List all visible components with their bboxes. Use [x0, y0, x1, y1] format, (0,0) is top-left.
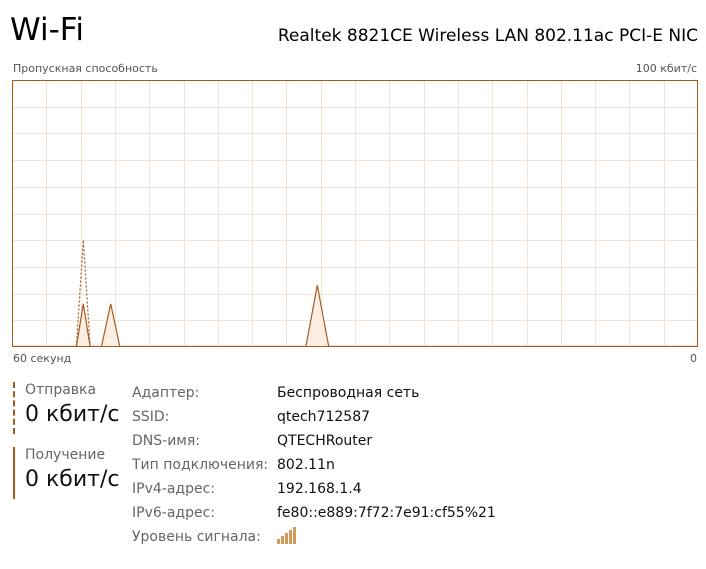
- throughput-chart: [12, 80, 698, 347]
- throughput-chart-svg: [12, 80, 698, 347]
- property-row: IPv6-адрес: fe80::e889:7f72:7e91:cf55%21: [132, 501, 496, 525]
- send-metric[interactable]: Отправка 0 кбит/с: [13, 382, 119, 434]
- property-key: IPv4-адрес:: [132, 481, 215, 497]
- property-row: DNS-имя: QTECHRouter: [132, 429, 496, 453]
- property-value: Беспроводная сеть: [277, 385, 420, 401]
- property-row: SSID: qtech712587: [132, 405, 496, 429]
- property-value: QTECHRouter: [277, 433, 373, 449]
- signal-strength-icon: [277, 526, 296, 544]
- send-label: Отправка: [25, 382, 97, 398]
- page-title: Wi-Fi: [10, 12, 84, 48]
- property-value: qtech712587: [277, 409, 371, 425]
- chart-title: Пропускная способность: [13, 62, 158, 75]
- property-value: fe80::e889:7f72:7e91:cf55%21: [277, 505, 496, 521]
- chart-zero-label: 0: [690, 352, 697, 365]
- chart-max-label: 100 кбит/с: [635, 62, 697, 75]
- properties-list: Адаптер: Беспроводная сеть SSID: qtech71…: [132, 381, 496, 549]
- property-key: Адаптер:: [132, 385, 200, 401]
- property-key: Тип подключения:: [132, 457, 269, 473]
- send-value: 0 кбит/с: [25, 402, 120, 427]
- receive-value: 0 кбит/с: [25, 467, 120, 492]
- receive-metric[interactable]: Получение 0 кбит/с: [13, 447, 119, 499]
- property-row: IPv4-адрес: 192.168.1.4: [132, 477, 496, 501]
- adapter-name: Realtek 8821CE Wireless LAN 802.11ac PCI…: [277, 26, 698, 46]
- property-value: 192.168.1.4: [277, 481, 362, 497]
- chart-time-label: 60 секунд: [13, 352, 72, 365]
- property-value: [277, 526, 296, 548]
- property-key: SSID:: [132, 409, 170, 425]
- property-row: Адаптер: Беспроводная сеть: [132, 381, 496, 405]
- property-row: Уровень сигнала:: [132, 525, 496, 549]
- receive-label: Получение: [25, 447, 106, 463]
- property-row: Тип подключения: 802.11n: [132, 453, 496, 477]
- property-key: IPv6-адрес:: [132, 505, 215, 521]
- property-value: 802.11n: [277, 457, 335, 473]
- property-key: DNS-имя:: [132, 433, 200, 449]
- property-key: Уровень сигнала:: [132, 529, 261, 545]
